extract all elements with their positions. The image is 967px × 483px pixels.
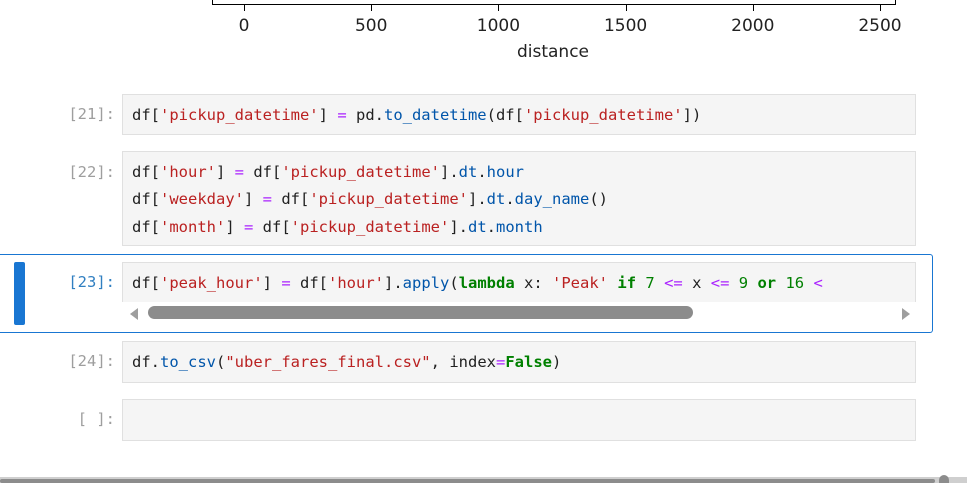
cell-prompt: [ ]: [77, 410, 115, 428]
code-cell-21[interactable]: [21]: df['pickup_datetime'] = pd.to_date… [0, 94, 967, 136]
x-tick [752, 5, 754, 11]
x-tick-label: 1500 [603, 16, 648, 36]
chart-x-axis: 0 500 1000 1500 2000 2500 distance [0, 0, 967, 75]
x-tick-label: 2000 [731, 16, 775, 36]
cell-prompt: [23]: [68, 273, 115, 291]
x-tick [371, 5, 373, 11]
code-line: df['month'] = df['pickup_datetime'].dt.m… [132, 218, 543, 236]
code-line: df['peak_hour'] = df['hour'].apply(lambd… [132, 274, 823, 292]
scroll-handle-icon[interactable] [939, 475, 949, 483]
page-scrollbar-thumb[interactable] [0, 479, 935, 483]
code-line: df.to_csv("uber_fares_final.csv", index=… [132, 353, 562, 371]
axis-baseline [212, 4, 896, 5]
code-editor[interactable] [122, 399, 916, 441]
cell-prompt: [22]: [68, 163, 115, 181]
code-cell-22[interactable]: [22]: df['hour'] = df['pickup_datetime']… [0, 151, 967, 247]
page-horizontal-scrollbar[interactable] [0, 477, 967, 483]
x-tick-label: 2500 [858, 16, 902, 36]
scrollbar-thumb[interactable] [148, 306, 693, 319]
horizontal-scrollbar[interactable] [122, 302, 916, 324]
scroll-left-arrow-icon[interactable] [130, 308, 138, 320]
x-tick-label: 500 [354, 16, 388, 36]
x-tick [498, 5, 500, 11]
x-tick-label: 1000 [476, 16, 521, 36]
x-axis-label: distance [516, 42, 590, 62]
x-tick-label: 0 [238, 16, 250, 36]
cell-prompt: [21]: [68, 105, 115, 123]
code-editor[interactable]: df['pickup_datetime'] = pd.to_datetime(d… [122, 94, 916, 135]
scroll-right-arrow-icon[interactable] [902, 308, 910, 320]
x-tick [244, 5, 245, 11]
code-line: df['weekday'] = df['pickup_datetime'].dt… [132, 190, 608, 208]
code-editor[interactable]: df['peak_hour'] = df['hour'].apply(lambd… [122, 262, 916, 302]
x-tick [880, 5, 881, 11]
code-line: df['hour'] = df['pickup_datetime'].dt.ho… [132, 163, 524, 181]
code-editor[interactable]: df.to_csv("uber_fares_final.csv", index=… [122, 341, 916, 383]
x-tick [625, 5, 627, 11]
code-editor[interactable]: df['hour'] = df['pickup_datetime'].dt.ho… [122, 151, 916, 246]
cell-prompt: [24]: [68, 352, 115, 370]
code-cell-24[interactable]: [24]: df.to_csv("uber_fares_final.csv", … [0, 341, 967, 383]
code-line: df['pickup_datetime'] = pd.to_datetime(d… [132, 106, 702, 124]
code-cell-empty[interactable]: [ ]: [0, 399, 967, 441]
